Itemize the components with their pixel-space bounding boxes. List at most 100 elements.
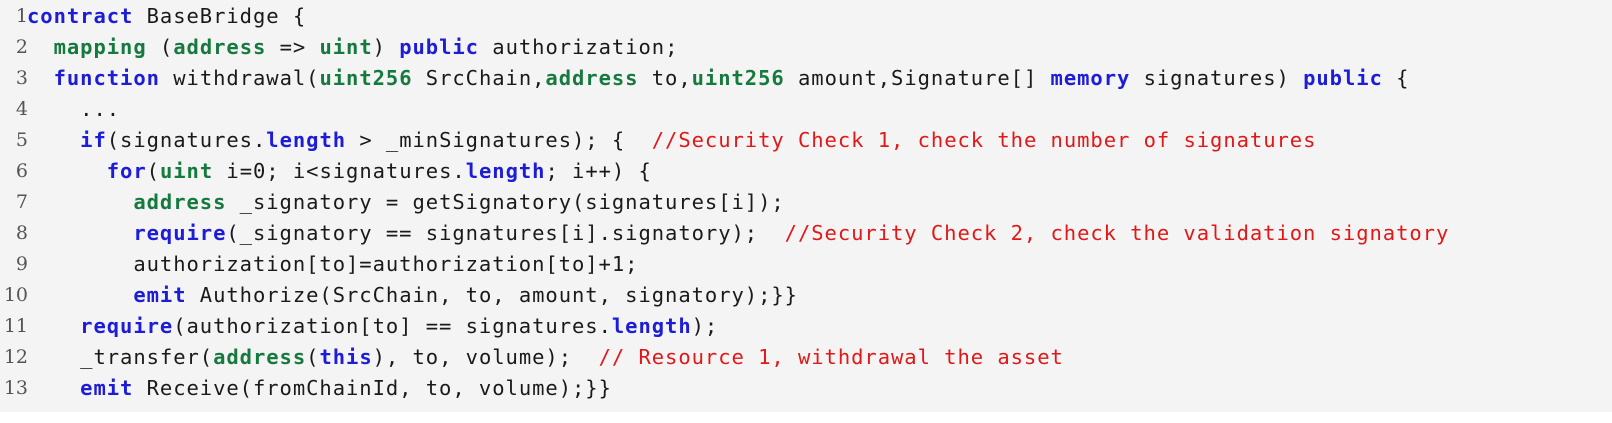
keyword-token: address xyxy=(545,66,639,90)
keyword-token: emit xyxy=(133,283,187,307)
keyword-token: contract xyxy=(27,4,134,28)
keyword-token: length xyxy=(465,159,546,183)
code-line: 1 contract BaseBridge { xyxy=(0,1,1612,32)
line-number: 2 xyxy=(15,36,28,58)
keyword-token: uint256 xyxy=(319,66,413,90)
code-token: i=0; i<signatures. xyxy=(213,159,466,183)
code-token: ; i++) { xyxy=(545,159,652,183)
code-token: ( xyxy=(146,35,174,59)
keyword-token: address xyxy=(173,35,267,59)
line-number: 8 xyxy=(15,222,28,244)
code-token: _signatory = getSignatory(signatures[i])… xyxy=(226,190,785,214)
keyword-token: this xyxy=(319,345,373,369)
code-text: require(_signatory == signatures[i].sign… xyxy=(27,218,1449,249)
code-token: ) xyxy=(372,35,400,59)
code-line: 3 function withdrawal(uint256 SrcChain,a… xyxy=(0,63,1612,94)
code-text: emit Receive(fromChainId, to, volume);}} xyxy=(27,373,612,404)
keyword-token: uint xyxy=(159,159,214,183)
code-line: 7 address _signatory = getSignatory(sign… xyxy=(0,187,1612,218)
keyword-token: length xyxy=(266,128,347,152)
code-token: _transfer( xyxy=(27,345,214,369)
line-number: 13 xyxy=(3,377,28,399)
keyword-token: require xyxy=(133,221,227,245)
code-token: withdrawal( xyxy=(159,66,320,90)
code-line: 5 if(signatures.length > _minSignatures)… xyxy=(0,125,1612,156)
code-text: contract BaseBridge { xyxy=(27,1,306,32)
code-token: to, xyxy=(638,66,692,90)
code-text: emit Authorize(SrcChain, to, amount, sig… xyxy=(27,280,798,311)
keyword-token: memory xyxy=(1050,66,1131,90)
code-token: signatures) xyxy=(1130,66,1304,90)
code-token: ), to, volume); xyxy=(372,345,599,369)
code-token: (signatures. xyxy=(106,128,267,152)
keyword-token: length xyxy=(611,314,692,338)
code-line: 4 ... xyxy=(0,94,1612,125)
code-line: 8 require(_signatory == signatures[i].si… xyxy=(0,218,1612,249)
code-text: function withdrawal(uint256 SrcChain,add… xyxy=(27,63,1409,94)
code-token: SrcChain, xyxy=(412,66,546,90)
code-line: 13 emit Receive(fromChainId, to, volume)… xyxy=(0,373,1612,404)
code-text: mapping (address => uint) public authori… xyxy=(27,32,678,63)
line-number: 4 xyxy=(15,98,28,120)
line-number: 7 xyxy=(15,191,28,213)
code-text: if(signatures.length > _minSignatures); … xyxy=(27,125,1316,156)
comment-token: //Security Check 1, check the number of … xyxy=(651,128,1317,152)
code-token: authorization; xyxy=(478,35,679,59)
line-number: 6 xyxy=(15,160,28,182)
code-line: 9 authorization[to]=authorization[to]+1; xyxy=(0,249,1612,280)
line-number: 12 xyxy=(3,346,28,368)
keyword-token: mapping xyxy=(53,35,147,59)
line-number: 5 xyxy=(15,129,28,151)
keyword-token: for xyxy=(106,159,147,183)
code-listing: 1 contract BaseBridge {2 mapping (address… xyxy=(0,0,1612,412)
code-text: authorization[to]=authorization[to]+1; xyxy=(27,249,638,280)
line-number: 9 xyxy=(15,253,28,275)
code-text: ... xyxy=(27,94,120,125)
code-token: { xyxy=(1382,66,1410,90)
code-token: (_signatory == signatures[i].signatory); xyxy=(226,221,785,245)
keyword-token: uint xyxy=(319,35,373,59)
keyword-token: if xyxy=(80,128,107,152)
keyword-token: emit xyxy=(80,376,134,400)
code-line: 11 require(authorization[to] == signatur… xyxy=(0,311,1612,342)
keyword-token: public xyxy=(1303,66,1383,90)
code-token: authorization[to]=authorization[to]+1; xyxy=(27,252,639,276)
code-text: for(uint i=0; i<signatures.length; i++) … xyxy=(27,156,652,187)
code-token: BaseBridge { xyxy=(133,4,307,28)
code-line: 12 _transfer(address(this), to, volume);… xyxy=(0,342,1612,373)
comment-token: //Security Check 2, check the validation… xyxy=(784,221,1450,245)
line-number: 10 xyxy=(3,284,28,306)
code-token: => xyxy=(266,35,320,59)
code-text: _transfer(address(this), to, volume); //… xyxy=(27,342,1064,373)
code-text: require(authorization[to] == signatures.… xyxy=(27,311,718,342)
code-line: 10 emit Authorize(SrcChain, to, amount, … xyxy=(0,280,1612,311)
keyword-token: address xyxy=(133,190,227,214)
code-token: Authorize(SrcChain, to, amount, signator… xyxy=(186,283,798,307)
keyword-token: uint256 xyxy=(691,66,785,90)
line-number: 11 xyxy=(3,315,28,337)
code-token: ( xyxy=(306,345,320,369)
code-line: 2 mapping (address => uint) public autho… xyxy=(0,32,1612,63)
keyword-token: require xyxy=(80,314,174,338)
comment-token: // Resource 1, withdrawal the asset xyxy=(598,345,1064,369)
code-token: ... xyxy=(27,97,121,121)
line-number: 3 xyxy=(15,67,28,89)
keyword-token: address xyxy=(213,345,307,369)
code-token: ); xyxy=(691,314,719,338)
code-token: > _minSignatures); { xyxy=(346,128,652,152)
code-token: Receive(fromChainId, to, volume);}} xyxy=(133,376,612,400)
keyword-token: function xyxy=(53,66,160,90)
keyword-token: public xyxy=(399,35,479,59)
code-token: amount,Signature[] xyxy=(784,66,1051,90)
code-text: address _signatory = getSignatory(signat… xyxy=(27,187,785,218)
code-token: ( xyxy=(146,159,160,183)
line-number: 1 xyxy=(15,5,28,27)
